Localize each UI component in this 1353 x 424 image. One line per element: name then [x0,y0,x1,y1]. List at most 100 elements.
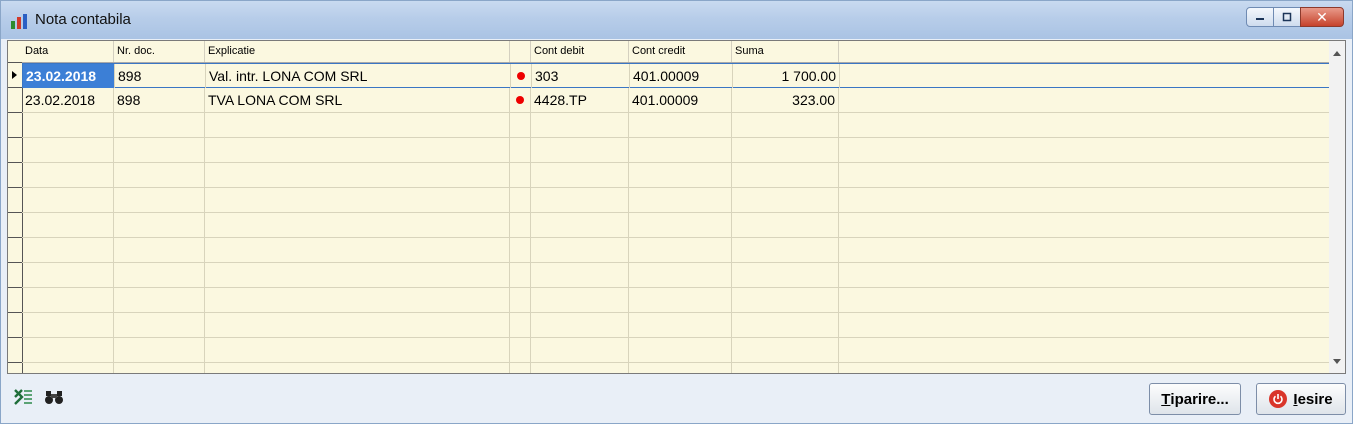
empty-row[interactable] [22,113,1330,138]
cell-nr-doc[interactable] [114,138,205,162]
title-bar[interactable]: Nota contabila ✕ [1,1,1352,39]
cell-suma[interactable] [732,288,839,312]
close-button[interactable]: ✕ [1300,7,1344,27]
cell-explicatie[interactable] [205,288,510,312]
cell-data[interactable] [22,163,114,187]
cell-suma[interactable] [732,263,839,287]
table-row[interactable]: 23.02.2018 898 Val. intr. LONA COM SRL 3… [22,63,1330,88]
cell-cont-credit[interactable] [629,313,732,337]
cell-cont-debit[interactable] [531,338,629,362]
row-indicator[interactable] [8,213,22,238]
cell-cont-credit[interactable] [629,288,732,312]
row-indicator[interactable] [8,338,22,363]
empty-row[interactable] [22,313,1330,338]
empty-row[interactable] [22,263,1330,288]
cell-nr-doc[interactable] [114,213,205,237]
cell-cont-debit[interactable]: 4428.TP [531,88,629,112]
row-indicator[interactable] [8,138,22,163]
cell-cont-credit[interactable] [629,363,732,373]
row-indicator[interactable] [8,313,22,338]
cell-explicatie[interactable] [205,313,510,337]
column-header-cont-debit[interactable]: Cont debit [531,41,629,62]
row-indicator[interactable] [8,263,22,288]
cell-nr-doc[interactable] [114,363,205,373]
minimize-button[interactable] [1246,7,1274,27]
empty-row[interactable] [22,138,1330,163]
cell-data[interactable]: 23.02.2018 [22,88,114,112]
cell-flag[interactable] [510,238,531,262]
cell-data[interactable] [22,113,114,137]
cell-suma[interactable] [732,163,839,187]
row-indicator[interactable] [8,113,22,138]
cell-suma[interactable] [732,313,839,337]
cell-explicatie[interactable] [205,363,510,373]
cell-flag[interactable] [510,188,531,212]
cell-flag[interactable] [510,263,531,287]
vertical-scrollbar[interactable] [1329,41,1345,373]
cell-suma[interactable] [732,363,839,373]
cell-cont-credit[interactable]: 401.00009 [629,88,732,112]
scroll-down-icon[interactable] [1333,359,1341,364]
empty-row[interactable] [22,338,1330,363]
empty-row[interactable] [22,163,1330,188]
cell-cont-debit[interactable]: 303 [532,64,630,88]
cell-cont-debit[interactable] [531,213,629,237]
column-header-data[interactable]: Data [22,41,114,62]
empty-row[interactable] [22,213,1330,238]
cell-suma[interactable] [732,238,839,262]
cell-cont-debit[interactable] [531,263,629,287]
cell-nr-doc[interactable] [114,263,205,287]
cell-nr-doc[interactable] [114,188,205,212]
cell-nr-doc[interactable]: 898 [115,64,206,88]
cell-cont-credit[interactable] [629,213,732,237]
cell-flag[interactable] [510,138,531,162]
row-indicator[interactable] [8,163,22,188]
maximize-button[interactable] [1273,7,1301,27]
cell-flag[interactable] [510,313,531,337]
cell-flag[interactable] [510,288,531,312]
cell-data[interactable] [22,188,114,212]
empty-row[interactable] [22,188,1330,213]
row-indicator[interactable] [8,188,22,213]
exit-button[interactable]: Iesire [1256,383,1346,415]
empty-row[interactable] [22,288,1330,313]
row-indicator[interactable] [8,63,22,88]
column-header-suma[interactable]: Suma [732,41,839,62]
cell-flag[interactable] [510,363,531,373]
cell-cont-debit[interactable] [531,238,629,262]
cell-cont-credit[interactable] [629,188,732,212]
cell-flag[interactable] [511,64,532,88]
cell-explicatie[interactable] [205,163,510,187]
cell-suma[interactable] [732,113,839,137]
cell-cont-credit[interactable]: 401.00009 [630,64,733,88]
cell-data[interactable] [22,263,114,287]
cell-explicatie[interactable] [205,263,510,287]
cell-flag[interactable] [510,113,531,137]
cell-flag[interactable] [510,338,531,362]
cell-explicatie[interactable] [205,238,510,262]
column-header-explicatie[interactable]: Explicatie [205,41,510,62]
cell-nr-doc[interactable] [114,338,205,362]
cell-nr-doc[interactable] [114,113,205,137]
cell-cont-debit[interactable] [531,138,629,162]
scroll-up-icon[interactable] [1333,51,1341,56]
cell-cont-credit[interactable] [629,263,732,287]
cell-cont-debit[interactable] [531,163,629,187]
cell-data[interactable] [22,138,114,162]
column-header-flag[interactable] [510,41,531,62]
row-indicator[interactable] [8,88,22,113]
cell-cont-debit[interactable] [531,113,629,137]
cell-cont-credit[interactable] [629,238,732,262]
empty-row[interactable] [22,238,1330,263]
row-indicator[interactable] [8,288,22,313]
cell-nr-doc[interactable] [114,238,205,262]
cell-data[interactable] [22,213,114,237]
cell-flag[interactable] [510,88,531,112]
cell-suma[interactable] [732,188,839,212]
cell-data[interactable] [22,363,114,373]
cell-suma[interactable] [732,213,839,237]
cell-data[interactable] [22,313,114,337]
cell-suma[interactable]: 323.00 [732,88,839,112]
cell-nr-doc[interactable] [114,313,205,337]
cell-nr-doc[interactable] [114,288,205,312]
